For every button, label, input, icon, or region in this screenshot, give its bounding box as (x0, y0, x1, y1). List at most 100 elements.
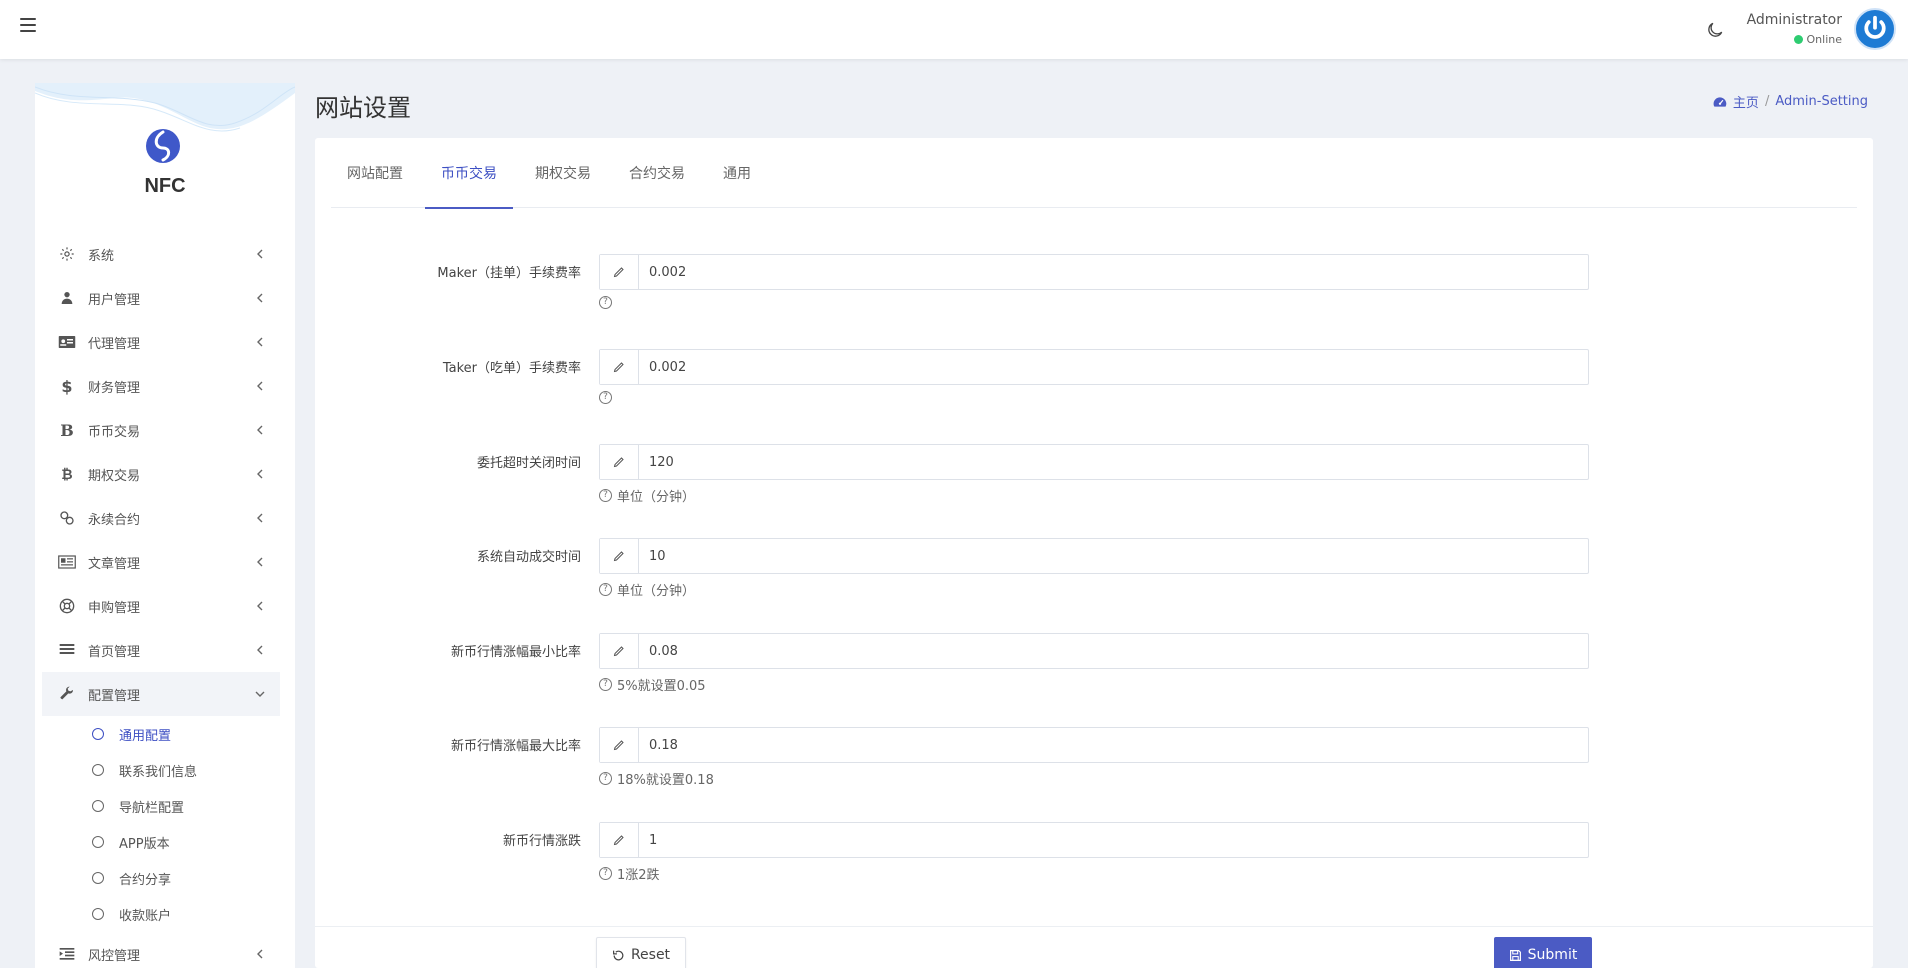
chevron-left-icon (257, 557, 263, 567)
tab-site-config[interactable]: 网站配置 (331, 138, 419, 208)
help-text: 1涨2跌 (617, 868, 660, 883)
input-group (599, 822, 1589, 858)
form-row-taker-fee: Taker（吃单）手续费率 ? (315, 349, 1873, 419)
min-rise-rate-input[interactable] (639, 634, 1588, 668)
field-help: ? (599, 391, 617, 404)
pencil-icon (600, 634, 639, 668)
user-name[interactable]: Administrator (1747, 12, 1842, 28)
moon-icon[interactable] (1705, 20, 1725, 40)
reset-button[interactable]: Reset (596, 937, 686, 968)
field-help: ? 单位（分钟） (599, 486, 695, 505)
reset-label: Reset (630, 947, 671, 963)
sidebar-item-label: 永续合约 (88, 512, 141, 528)
taker-fee-input[interactable] (639, 350, 1588, 384)
dollar-icon: $ (61, 376, 73, 396)
sidebar-item-label: 首页管理 (88, 644, 141, 660)
sidebar-item-label: 代理管理 (88, 336, 141, 352)
breadcrumb-home-link[interactable]: 主页 (1733, 92, 1759, 111)
pencil-icon (600, 445, 639, 479)
submenu-item-payment-account[interactable]: 收款账户 (92, 896, 280, 932)
wrench-icon (58, 685, 76, 703)
sidebar-item-risk-control[interactable]: 风控管理 (42, 932, 280, 968)
input-group (599, 254, 1589, 290)
sidebar-item-spot-trading[interactable]: B 币币交易 (42, 408, 280, 452)
id-card-icon (58, 333, 76, 351)
field-help: ? 5%就设置0.05 (599, 675, 706, 694)
chevron-left-icon (257, 381, 263, 391)
breadcrumb-separator: / (1764, 94, 1770, 109)
tab-contract-trading[interactable]: 合约交易 (613, 138, 701, 208)
chevron-left-icon (257, 645, 263, 655)
sidebar-item-config[interactable]: 配置管理 (42, 672, 280, 716)
sidebar-item-users[interactable]: 用户管理 (42, 276, 280, 320)
field-help: ? (599, 296, 617, 309)
hamburger-menu-icon[interactable] (20, 18, 36, 32)
form-footer-divider (315, 926, 1873, 927)
pencil-icon (600, 350, 639, 384)
input-group (599, 349, 1589, 385)
sidebar-menu: 系统 用户管理 代理管理 $ 财务管理 B 币币交易 ₿ 期权交易 永续合约 文… (42, 232, 280, 968)
submenu-item-contact-info[interactable]: 联系我们信息 (92, 752, 280, 788)
power-icon (1864, 15, 1886, 39)
pencil-icon (600, 728, 639, 762)
sidebar-item-label: 币币交易 (88, 424, 141, 440)
sidebar-item-options-trading[interactable]: ₿ 期权交易 (42, 452, 280, 496)
circle-icon (92, 908, 104, 920)
pencil-icon (600, 255, 639, 289)
sidebar-item-label: 财务管理 (88, 380, 141, 396)
submenu-item-navbar-config[interactable]: 导航栏配置 (92, 788, 280, 824)
circle-icon (92, 800, 104, 812)
chevron-left-icon (257, 469, 263, 479)
question-circle-icon: ? (599, 678, 612, 691)
sidebar-item-agents[interactable]: 代理管理 (42, 320, 280, 364)
field-help: ? 单位（分钟） (599, 580, 695, 599)
submenu-item-app-version[interactable]: APP版本 (92, 824, 280, 860)
rise-fall-input[interactable] (639, 823, 1588, 857)
circle-icon (92, 872, 104, 884)
page-title: 网站设置 (315, 94, 411, 122)
chevron-left-icon (257, 425, 263, 435)
input-group (599, 633, 1589, 669)
gear-icon (58, 245, 76, 263)
list-icon (58, 641, 76, 659)
sidebar-item-label: 风控管理 (88, 948, 141, 964)
tab-spot-trading[interactable]: 币币交易 (425, 138, 513, 209)
input-group (599, 727, 1589, 763)
sidebar-item-label: 文章管理 (88, 556, 141, 572)
sidebar-item-homepage[interactable]: 首页管理 (42, 628, 280, 672)
form-row-order-timeout: 委托超时关闭时间 ? 单位（分钟） (315, 444, 1873, 514)
chevron-left-icon (257, 293, 263, 303)
max-rise-rate-input[interactable] (639, 728, 1588, 762)
sidebar-item-subscription[interactable]: 申购管理 (42, 584, 280, 628)
sidebar-item-system[interactable]: 系统 (42, 232, 280, 276)
form-row-auto-match-time: 系统自动成交时间 ? 单位（分钟） (315, 538, 1873, 608)
input-group (599, 538, 1589, 574)
field-label: 系统自动成交时间 (476, 550, 581, 565)
submenu-item-general-config[interactable]: 通用配置 (92, 716, 280, 752)
field-label: 新币行情涨跌 (502, 834, 581, 849)
order-timeout-input[interactable] (639, 445, 1588, 479)
submenu-item-contract-share[interactable]: 合约分享 (92, 860, 280, 896)
sidebar-item-articles[interactable]: 文章管理 (42, 540, 280, 584)
field-label: 新币行情涨幅最大比率 (450, 739, 581, 754)
save-icon (1509, 949, 1521, 961)
field-label: 委托超时关闭时间 (476, 456, 581, 471)
submit-button[interactable]: Submit (1494, 937, 1592, 968)
form-row-max-rise-rate: 新币行情涨幅最大比率 ? 18%就设置0.18 (315, 727, 1873, 797)
sidebar-item-perpetual[interactable]: 永续合约 (42, 496, 280, 540)
newspaper-icon (58, 553, 76, 571)
link-icon (58, 509, 76, 527)
field-help: ? 1涨2跌 (599, 864, 660, 883)
auto-match-time-input[interactable] (639, 539, 1588, 573)
form-row-maker-fee: Maker（挂单）手续费率 ? (315, 254, 1873, 324)
maker-fee-input[interactable] (639, 255, 1588, 289)
sidebar-item-label: 系统 (88, 248, 115, 264)
tab-general[interactable]: 通用 (707, 138, 767, 208)
circle-icon (92, 728, 104, 740)
avatar[interactable] (1854, 8, 1896, 50)
sidebar-item-finance[interactable]: $ 财务管理 (42, 364, 280, 408)
help-text: 单位（分钟） (617, 584, 696, 599)
chevron-left-icon (257, 337, 263, 347)
tab-options-trading[interactable]: 期权交易 (519, 138, 607, 208)
submenu-item-label: APP版本 (119, 836, 170, 852)
